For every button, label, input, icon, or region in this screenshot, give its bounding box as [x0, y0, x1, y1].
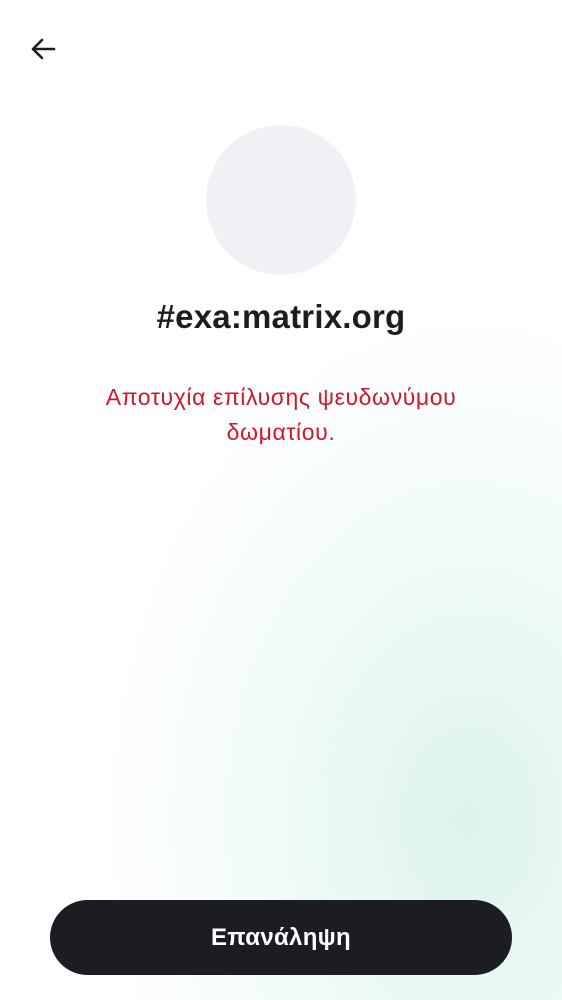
room-alias-title: #exa:matrix.org [156, 298, 406, 335]
back-button[interactable] [22, 30, 64, 72]
room-avatar [206, 125, 356, 275]
arrow-left-icon [29, 35, 57, 68]
retry-button[interactable]: Επανάληψη [50, 900, 512, 975]
error-message: Αποτυχία επίλυσης ψευδωνύμου δωματίου. [105, 384, 457, 445]
